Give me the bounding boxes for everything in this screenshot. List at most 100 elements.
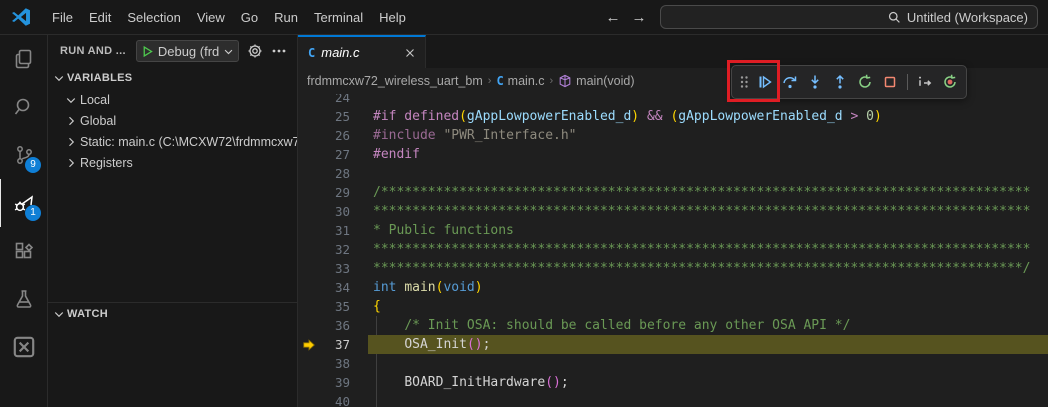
line-number[interactable]: 26	[298, 126, 350, 145]
variables-item-global[interactable]: Global	[48, 110, 297, 131]
debug-launch-dropdown[interactable]: Debug (frd	[135, 40, 240, 62]
chevron-down-icon	[53, 308, 65, 320]
stop-button[interactable]	[879, 70, 901, 94]
code-text[interactable]: int main(void)	[368, 278, 1048, 297]
breadcrumb-symbol[interactable]: main(void)	[576, 74, 634, 88]
run-and-debug-sidebar: RUN AND ... Debug (frd VARIABLES Local G…	[48, 35, 298, 407]
chevron-icon[interactable]	[65, 136, 77, 148]
line-number[interactable]: 34	[298, 278, 350, 297]
gear-icon[interactable]	[247, 43, 263, 59]
nav-back-icon[interactable]: ←	[600, 9, 626, 26]
step-into-button[interactable]	[804, 70, 826, 94]
line-number[interactable]: 35	[298, 297, 350, 316]
tree-item-label: Registers	[80, 155, 133, 170]
code-line-29: 29 /*************************************…	[298, 183, 1048, 202]
reset-device-button[interactable]	[939, 70, 961, 94]
line-number[interactable]: 31	[298, 221, 350, 240]
code-text[interactable]	[368, 392, 1048, 407]
line-number[interactable]: 24	[298, 94, 350, 107]
menu-edit[interactable]: Edit	[81, 6, 119, 29]
breadcrumb-file[interactable]: main.c	[508, 74, 545, 88]
line-number[interactable]: 39	[298, 373, 350, 392]
menu-run[interactable]: Run	[266, 6, 306, 29]
line-number[interactable]: 32	[298, 240, 350, 259]
code-text[interactable]: {	[368, 297, 1048, 316]
debug-toolbar	[731, 65, 967, 99]
menu-view[interactable]: View	[189, 6, 233, 29]
activity-bar: 9 1	[0, 35, 48, 407]
code-text[interactable]: ****************************************…	[368, 259, 1048, 278]
chevron-down-icon	[223, 46, 234, 57]
line-number[interactable]: 38	[298, 354, 350, 373]
restart-button[interactable]	[854, 70, 876, 94]
menu-file[interactable]: File	[44, 6, 81, 29]
code-line-27: 27 #endif	[298, 145, 1048, 164]
breadcrumb-project[interactable]: frdmmcxw72_wireless_uart_bm	[307, 74, 483, 88]
line-number[interactable]: 33	[298, 259, 350, 278]
continue-button[interactable]	[754, 70, 776, 94]
vscode-window: File Edit Selection View Go Run Terminal…	[0, 0, 1048, 407]
activitybar-x-extension[interactable]	[0, 323, 47, 371]
start-debug-icon[interactable]	[141, 45, 154, 58]
activitybar-testing[interactable]	[0, 275, 47, 323]
beaker-icon	[12, 287, 36, 311]
breadcrumb-separator: ›	[487, 75, 492, 87]
menu-go[interactable]: Go	[233, 6, 266, 29]
code-line-28: 28	[298, 164, 1048, 183]
code-text[interactable]: #endif	[368, 145, 1048, 164]
chevron-icon[interactable]	[65, 157, 77, 169]
step-instruction-button[interactable]	[914, 70, 936, 94]
menu-selection[interactable]: Selection	[119, 6, 188, 29]
activitybar-search[interactable]	[0, 83, 47, 131]
workspace-label: Untitled (Workspace)	[906, 9, 1028, 25]
line-number[interactable]: 25	[298, 107, 350, 126]
code-text[interactable]: * Public functions	[368, 221, 1048, 240]
menu-help[interactable]: Help	[371, 6, 414, 29]
line-number[interactable]: 36	[298, 316, 350, 335]
line-number[interactable]: 30	[298, 202, 350, 221]
variables-item-static[interactable]: Static: main.c (C:\MCXW72\frdmmcxw72_wi	[48, 131, 297, 152]
code-line-35: 35 {	[298, 297, 1048, 316]
line-number[interactable]: 27	[298, 145, 350, 164]
chevron-icon[interactable]	[65, 94, 77, 106]
sidebar-title: RUN AND ...	[60, 45, 126, 57]
variables-item-registers[interactable]: Registers	[48, 152, 297, 173]
activitybar-extensions[interactable]	[0, 227, 47, 275]
line-number[interactable]: 29	[298, 183, 350, 202]
debug-badge: 1	[25, 205, 41, 221]
watch-section-header[interactable]: WATCH	[48, 303, 297, 325]
code-line-31: 31 * Public functions	[298, 221, 1048, 240]
chevron-icon[interactable]	[65, 115, 77, 127]
watch-section: WATCH	[48, 302, 297, 325]
toolbar-gripper-icon[interactable]	[737, 70, 751, 94]
variables-item-local[interactable]: Local	[48, 89, 297, 110]
command-center-search[interactable]: Untitled (Workspace)	[660, 5, 1038, 29]
more-actions-icon[interactable]	[271, 43, 287, 59]
code-editor[interactable]: 24 25 #if defined(gAppLowpowerEnabled_d) &…	[298, 94, 1048, 407]
menu-terminal[interactable]: Terminal	[306, 6, 371, 29]
code-text[interactable]: #if defined(gAppLowpowerEnabled_d) && (g…	[368, 107, 1048, 126]
variables-section-header[interactable]: VARIABLES	[48, 67, 297, 89]
tab-label: main.c	[321, 45, 360, 60]
activitybar-source-control[interactable]: 9	[0, 131, 47, 179]
code-text[interactable]: #include "PWR_Interface.h"	[368, 126, 1048, 145]
code-line-38: 38	[298, 354, 1048, 373]
code-text[interactable]	[368, 164, 1048, 183]
code-text[interactable]: ****************************************…	[368, 240, 1048, 259]
code-text[interactable]: ****************************************…	[368, 202, 1048, 221]
step-over-button[interactable]	[779, 70, 801, 94]
nav-forward-icon[interactable]: →	[626, 9, 652, 26]
code-text[interactable]: /* Init OSA: should be called before any…	[368, 316, 1048, 335]
tab-main-c[interactable]: C main.c	[298, 35, 426, 68]
code-text[interactable]: /***************************************…	[368, 183, 1048, 202]
code-text[interactable]: OSA_Init();	[368, 335, 1048, 354]
activitybar-run-and-debug[interactable]: 1	[0, 179, 47, 227]
line-number[interactable]: 28	[298, 164, 350, 183]
close-icon[interactable]	[403, 46, 417, 60]
code-text[interactable]: BOARD_InitHardware();	[368, 373, 1048, 392]
code-text[interactable]	[368, 354, 1048, 373]
breadcrumb-separator: ›	[549, 75, 554, 87]
step-out-button[interactable]	[829, 70, 851, 94]
line-number[interactable]: 40	[298, 392, 350, 407]
activitybar-explorer[interactable]	[0, 35, 47, 83]
